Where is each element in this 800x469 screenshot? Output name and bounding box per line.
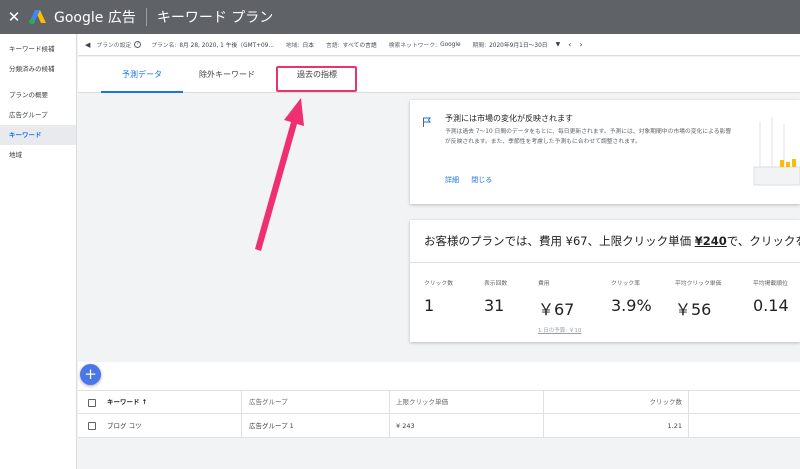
select-all-checkbox[interactable] — [88, 399, 96, 407]
help-icon[interactable]: ? — [134, 41, 142, 48]
google-ads-logo — [29, 9, 47, 25]
sidebar-item-locations[interactable]: 地域 — [0, 145, 76, 165]
sidebar-item-ad-groups[interactable]: 広告グループ — [0, 105, 76, 125]
period-label: 期間: — [472, 43, 487, 49]
daily-budget-link[interactable]: 1 日の予算: ￥10 — [538, 326, 581, 334]
tab-negative-keywords[interactable]: 除外キーワード — [188, 57, 266, 93]
highlight-box — [276, 66, 357, 92]
cell-clicks: 1.21 — [667, 421, 682, 430]
sidebar-item-keywords[interactable]: キーワード — [0, 125, 76, 145]
network-label: 検索ネットワーク: — [388, 43, 438, 49]
column-clicks[interactable]: クリック数 — [650, 390, 683, 414]
table-header: キーワード ↑ 広告グループ 上限クリック単価 クリック数 — [78, 390, 800, 415]
tab-forecast[interactable]: 予測データ — [101, 57, 183, 93]
notice-title: 予測には市場の変化が反映されます — [445, 114, 573, 123]
tab-bar: 予測データ 除外キーワード 過去の指標 — [78, 57, 800, 93]
sidebar-item-plan-overview[interactable]: プランの概要 — [0, 85, 76, 105]
cell-max-cpc[interactable]: ¥ 243 — [396, 414, 415, 438]
head-cpc[interactable]: ¥240 — [695, 234, 727, 248]
collapse-icon[interactable]: ◀ — [85, 41, 90, 49]
metric-avg-cpc: 平均クリック単価 ￥56 — [675, 281, 722, 319]
market-illustration — [740, 112, 800, 187]
dismiss-link[interactable]: 閉じる — [471, 176, 492, 184]
column-keyword[interactable]: キーワード ↑ — [107, 390, 147, 414]
next-period-icon[interactable]: › — [579, 40, 582, 49]
network-value[interactable]: Google — [440, 42, 460, 48]
metric-clicks: クリック数 1 — [424, 281, 453, 315]
forecast-notice-card: 予測には市場の変化が反映されます 予測は過去 7〜10 日間のデータをもとに、毎… — [410, 100, 800, 204]
metric-avg-position: 平均掲載順位 0.14 — [753, 281, 789, 315]
chevron-down-icon[interactable]: ▼ — [556, 41, 561, 48]
add-keyword-button[interactable]: + — [80, 364, 101, 385]
plan-settings-label[interactable]: プランの設定 — [96, 40, 131, 49]
metric-cost: 費用 ￥67 1 日の予算: ￥10 — [538, 281, 582, 334]
header-divider — [145, 8, 147, 26]
prev-period-icon[interactable]: ‹ — [568, 40, 571, 49]
notice-body: 予測は過去 7〜10 日間のデータをもとに、毎日更新されます。予測には、対象期間… — [445, 129, 732, 145]
table-row: ブログ コツ 広告グループ 1 ¥ 243 1.21 — [78, 414, 800, 438]
language-value[interactable]: すべての言語 — [343, 40, 377, 49]
language-label: 言語: — [326, 43, 340, 49]
region-label: 地域: — [285, 43, 300, 49]
page-footer-area — [78, 438, 800, 469]
close-icon[interactable]: ✕ — [3, 8, 25, 26]
head-cost: ¥67 — [565, 234, 588, 248]
column-max-cpc[interactable]: 上限クリック単価 — [396, 390, 448, 414]
column-ad-group[interactable]: 広告グループ — [249, 390, 288, 414]
app-header: ✕ Google 広告 キーワード プラン — [0, 0, 800, 34]
plan-summary-headline: お客様のプランでは、費用 ¥67、上限クリック単価 ¥240で、クリックを 1 … — [424, 234, 800, 248]
flag-icon — [422, 112, 432, 127]
cell-keyword[interactable]: ブログ コツ — [107, 414, 142, 438]
plan-settings-bar: ◀ プランの設定 ? プラン名: 8月 28, 2020, 1 午後（GMT+0… — [78, 34, 800, 56]
brand-name: Google 広告 — [54, 10, 136, 26]
plan-name-label: プラン名: — [151, 43, 177, 49]
plan-summary-card: お客様のプランでは、費用 ¥67、上限クリック単価 ¥240で、クリックを 1 … — [410, 220, 800, 342]
period-value[interactable]: 2020年9月1日〜30日 — [489, 40, 548, 49]
plan-name-value[interactable]: 8月 28, 2020, 1 午後（GMT+09... — [179, 40, 274, 49]
sidebar-item-grouped-ideas[interactable]: 分類済みの候補 — [0, 59, 76, 79]
details-link[interactable]: 詳細 — [445, 176, 459, 184]
sidebar-item-keyword-ideas[interactable]: キーワード候補 — [0, 39, 76, 59]
metric-impressions: 表示回数 31 — [484, 281, 508, 315]
region-value[interactable]: 日本 — [302, 40, 314, 49]
row-checkbox[interactable] — [88, 422, 96, 430]
metric-ctr: クリック率 3.9% — [611, 281, 652, 315]
sidebar: キーワード候補 分類済みの候補 プランの概要 広告グループ キーワード 地域 — [0, 34, 77, 469]
page-title: キーワード プラン — [156, 10, 274, 26]
cell-ad-group[interactable]: 広告グループ 1 — [249, 414, 294, 438]
